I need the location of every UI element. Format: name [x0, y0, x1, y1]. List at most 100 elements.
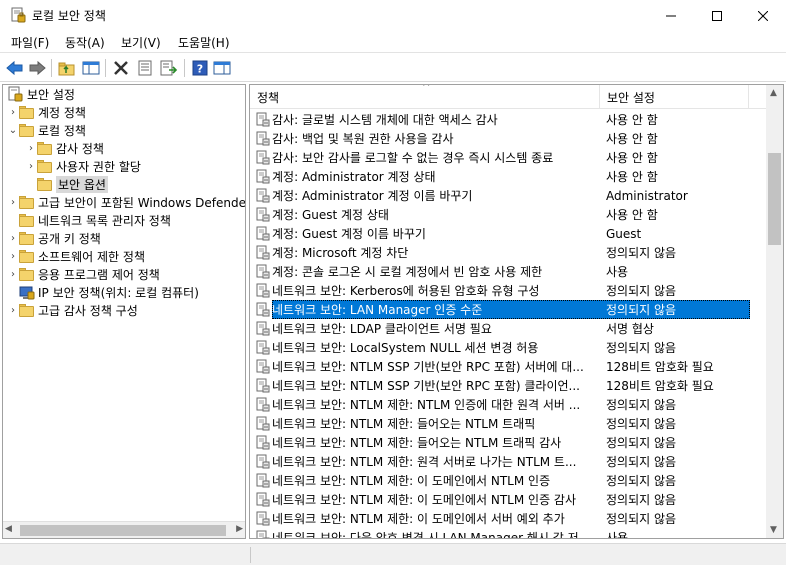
close-icon — [758, 10, 768, 21]
policy-setting-icon — [256, 150, 270, 165]
table-row[interactable]: 계정: Guest 계정 상태 사용 안 함 — [250, 205, 766, 224]
table-row[interactable]: 네트워크 보안: NTLM 제한: 이 도메인에서 서버 예외 추가 정의되지 않… — [250, 509, 766, 528]
show-hide-console-tree-button[interactable] — [81, 58, 101, 78]
table-row[interactable]: 감사: 글로벌 시스템 개체에 대한 액세스 감사 사용 안 함 — [250, 110, 766, 129]
table-row[interactable]: 네트워크 보안: NTLM 제한: 이 도메인에서 NTLM 인증 정의되지 않음 — [250, 471, 766, 490]
policy-setting-icon — [256, 378, 270, 393]
tree-item[interactable]: › 응용 프로그램 제어 정책 — [7, 265, 160, 283]
chevron-right-icon[interactable]: › — [25, 161, 37, 172]
table-row[interactable]: 네트워크 보안: NTLM 제한: NTLM 인증에 대한 원격 서버 ... 정… — [250, 395, 766, 414]
column-header-policy[interactable]: 정책 — [257, 89, 279, 106]
scrollbar-thumb[interactable] — [768, 153, 781, 245]
close-button[interactable] — [740, 0, 786, 31]
scroll-down-icon[interactable]: ▼ — [770, 525, 777, 535]
show-hide-action-pane-button[interactable] — [212, 58, 232, 78]
policy-name: 네트워크 보안: LDAP 클라이언트 서명 필요 — [272, 322, 492, 336]
table-row[interactable]: 네트워크 보안: LocalSystem NULL 세션 변경 허용 정의되지 않… — [250, 338, 766, 357]
policy-list-view[interactable]: ^ 정책 보안 설정 감사: 글로벌 시스템 개체에 대한 액세스 감사 사용 안… — [249, 84, 784, 539]
table-row[interactable]: 감사: 보안 감사를 로그할 수 없는 경우 즉시 시스템 종료 사용 안 함 — [250, 148, 766, 167]
chevron-right-icon[interactable]: › — [7, 107, 19, 118]
table-row[interactable]: 네트워크 보안: NTLM 제한: 원격 서버로 나가는 NTLM 트... 정의… — [250, 452, 766, 471]
chevron-right-icon[interactable]: › — [7, 269, 19, 280]
table-row[interactable]: 네트워크 보안: LAN Manager 인증 수준 정의되지 않음 — [250, 300, 766, 319]
table-row[interactable]: 네트워크 보안: Kerberos에 허용된 암호화 유형 구성 정의되지 않음 — [250, 281, 766, 300]
policy-setting-icon — [256, 435, 270, 450]
tree-item[interactable]: 네트워크 목록 관리자 정책 — [7, 211, 171, 229]
table-row[interactable]: 계정: 콘솔 로그온 시 로컬 계정에서 빈 암호 사용 제한 사용 — [250, 262, 766, 281]
table-row[interactable]: 네트워크 보안: NTLM 제한: 들어오는 NTLM 트래픽 감사 정의되지 않… — [250, 433, 766, 452]
policy-setting-value: 정의되지 않음 — [606, 246, 677, 260]
horizontal-scrollbar[interactable]: ◀ ▶ — [3, 521, 245, 538]
table-row[interactable]: 감사: 백업 및 복원 권한 사용을 감사 사용 안 함 — [250, 129, 766, 148]
scrollbar-thumb[interactable] — [20, 525, 226, 536]
table-row[interactable]: 네트워크 보안: NTLM SSP 기반(보안 RPC 포함) 클라이언... 1… — [250, 376, 766, 395]
tree-item[interactable]: › 고급 보안이 포함된 Windows Defender — [7, 193, 246, 211]
console-tree[interactable]: 보안 설정 › 계정 정책 ⌄ 로컬 정책 › 감사 정책 › 사용자 권한 할당 보안 옵션 ›… — [2, 84, 246, 539]
menu-action[interactable]: 동작(A) — [61, 33, 109, 52]
column-header-security-setting[interactable]: 보안 설정 — [607, 89, 655, 106]
vertical-scrollbar[interactable]: ▲ ▼ — [766, 85, 783, 538]
table-row[interactable]: 계정: Guest 계정 이름 바꾸기 Guest — [250, 224, 766, 243]
tree-item-label: 사용자 권한 할당 — [56, 159, 141, 174]
folder-icon — [19, 213, 35, 227]
policy-setting-value: 서명 협상 — [606, 322, 654, 336]
properties-button[interactable] — [135, 58, 155, 78]
tree-item-label: 고급 보안이 포함된 Windows Defender — [38, 195, 246, 210]
table-row[interactable]: 네트워크 보안: NTLM 제한: 들어오는 NTLM 트래픽 정의되지 않음 — [250, 414, 766, 433]
policy-name: 계정: Guest 계정 상태 — [272, 208, 389, 222]
menu-help[interactable]: 도움말(H) — [174, 33, 234, 52]
table-row[interactable]: 계정: Administrator 계정 상태 사용 안 함 — [250, 167, 766, 186]
maximize-button[interactable] — [694, 0, 740, 31]
table-row[interactable]: 계정: Administrator 계정 이름 바꾸기 Administrator — [250, 186, 766, 205]
delete-button[interactable] — [111, 58, 131, 78]
tree-item[interactable]: › 감사 정책 — [25, 139, 104, 157]
policy-setting-value: 정의되지 않음 — [606, 341, 677, 355]
chevron-right-icon[interactable]: › — [7, 251, 19, 262]
scroll-up-icon[interactable]: ▲ — [770, 88, 777, 98]
menu-bar: 파일(F) 동작(A) 보기(V) 도움말(H) — [0, 31, 786, 52]
export-list-button[interactable] — [159, 58, 179, 78]
policy-setting-value: 정의되지 않음 — [606, 284, 677, 298]
policy-name: 감사: 글로벌 시스템 개체에 대한 액세스 감사 — [272, 113, 498, 127]
tree-item[interactable]: › 고급 감사 정책 구성 — [7, 301, 138, 319]
table-row[interactable]: 네트워크 보안: NTLM SSP 기반(보안 RPC 포함) 서버에 대...… — [250, 357, 766, 376]
up-one-level-button[interactable] — [57, 58, 77, 78]
chevron-down-icon[interactable]: ⌄ — [7, 125, 19, 136]
tree-item-label: 고급 감사 정책 구성 — [38, 303, 138, 318]
table-row[interactable]: 네트워크 보안: LDAP 클라이언트 서명 필요 서명 협상 — [250, 319, 766, 338]
tree-item[interactable]: 보안 옵션 — [25, 175, 108, 193]
tree-item[interactable]: ⌄ 로컬 정책 — [7, 121, 86, 139]
menu-view[interactable]: 보기(V) — [117, 33, 165, 52]
policy-setting-icon — [256, 397, 270, 412]
tree-item-label: 소프트웨어 제한 정책 — [38, 249, 145, 264]
tree-item[interactable]: IP 보안 정책(위치: 로컬 컴퓨터) — [7, 283, 199, 301]
policy-setting-value: 정의되지 않음 — [606, 303, 677, 317]
tree-item[interactable]: › 소프트웨어 제한 정책 — [7, 247, 145, 265]
chevron-right-icon[interactable]: › — [7, 305, 19, 316]
tree-root-security-settings[interactable]: 보안 설정 — [7, 85, 75, 103]
help-button[interactable]: ? — [190, 58, 210, 78]
table-row[interactable]: 계정: Microsoft 계정 차단 정의되지 않음 — [250, 243, 766, 262]
policy-setting-icon — [256, 112, 270, 127]
policy-setting-icon — [256, 321, 270, 336]
chevron-right-icon[interactable]: › — [7, 197, 19, 208]
back-button[interactable] — [5, 58, 25, 78]
menu-file[interactable]: 파일(F) — [7, 33, 53, 52]
policy-rows: 감사: 글로벌 시스템 개체에 대한 액세스 감사 사용 안 함 감사: 백업 및 … — [250, 110, 766, 538]
policy-setting-value: 사용 안 함 — [606, 208, 658, 222]
forward-button[interactable] — [27, 58, 47, 78]
column-divider[interactable] — [748, 85, 749, 109]
scroll-left-icon[interactable]: ◀ — [5, 524, 12, 534]
table-row[interactable]: 네트워크 보안: 다음 암호 변경 시 LAN Manager 해시 값 저..… — [250, 528, 766, 538]
policy-name: 네트워크 보안: NTLM 제한: 이 도메인에서 서버 예외 추가 — [272, 512, 565, 526]
policy-setting-icon — [256, 340, 270, 355]
chevron-right-icon[interactable]: › — [7, 233, 19, 244]
minimize-button[interactable] — [648, 0, 694, 31]
tree-item[interactable]: › 사용자 권한 할당 — [25, 157, 141, 175]
column-divider[interactable] — [599, 85, 600, 109]
tree-item[interactable]: › 계정 정책 — [7, 103, 86, 121]
table-row[interactable]: 네트워크 보안: NTLM 제한: 이 도메인에서 NTLM 인증 감사 정의되지… — [250, 490, 766, 509]
tree-item[interactable]: › 공개 키 정책 — [7, 229, 101, 247]
chevron-right-icon[interactable]: › — [25, 143, 37, 154]
scroll-right-icon[interactable]: ▶ — [236, 524, 243, 534]
